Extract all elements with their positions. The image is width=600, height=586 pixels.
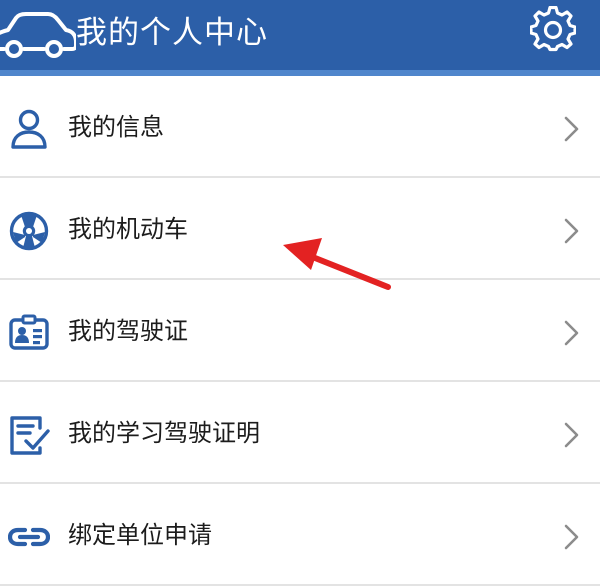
car-outline-icon [0, 12, 76, 58]
menu-item-label: 我的驾驶证 [68, 317, 188, 345]
gear-icon[interactable] [530, 6, 576, 52]
chevron-right-icon [564, 116, 579, 142]
page-title: 我的个人中心 [76, 15, 268, 51]
steering-wheel-icon [9, 211, 49, 251]
menu-item-label: 我的学习驾驶证明 [68, 419, 260, 447]
menu-item-my-vehicle[interactable]: 我的机动车 [0, 178, 600, 280]
chevron-right-icon [564, 422, 579, 448]
chevron-right-icon [564, 320, 579, 346]
checklist-icon [10, 416, 50, 455]
app-header: 我的个人中心 [0, 0, 600, 70]
menu-item-my-license[interactable]: 我的驾驶证 [0, 280, 600, 382]
menu-item-bind-unit[interactable]: 绑定单位申请 [0, 484, 600, 586]
personal-center-screen: 我的个人中心 我的信息 我的机动车 我的驾驶证 我的学习驾驶证明 绑定单位申请 [0, 0, 600, 586]
person-icon [11, 109, 47, 149]
menu-item-label: 绑定单位申请 [68, 521, 212, 549]
link-icon [8, 527, 50, 547]
chevron-right-icon [564, 218, 579, 244]
id-card-icon [9, 314, 49, 350]
menu-item-label: 我的机动车 [68, 215, 188, 243]
chevron-right-icon [564, 524, 579, 550]
menu-item-label: 我的信息 [68, 113, 164, 141]
menu-list: 我的信息 我的机动车 我的驾驶证 我的学习驾驶证明 绑定单位申请 [0, 76, 600, 586]
menu-item-learning-permit[interactable]: 我的学习驾驶证明 [0, 382, 600, 484]
menu-item-my-info[interactable]: 我的信息 [0, 76, 600, 178]
